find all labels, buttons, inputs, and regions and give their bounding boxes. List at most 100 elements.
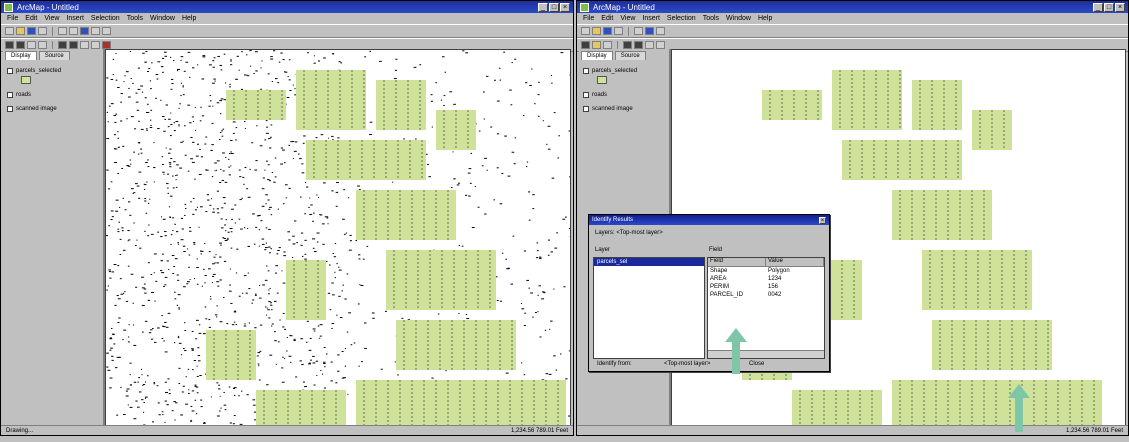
menu-file[interactable]: File [583, 15, 594, 22]
print-icon[interactable] [614, 27, 623, 35]
undo-icon[interactable] [91, 27, 100, 35]
tab-source[interactable]: Source [614, 51, 646, 60]
zoom-out-icon[interactable] [592, 41, 601, 49]
tab-source[interactable]: Source [38, 51, 70, 60]
scan-speck [336, 182, 339, 184]
layers-selector[interactable]: Layers: <Top-most layer> [595, 230, 663, 236]
scan-speck [191, 331, 194, 333]
menu-window[interactable]: Window [150, 15, 175, 22]
scan-speck [470, 152, 473, 154]
layer-checkbox[interactable] [583, 106, 589, 112]
scan-speck [178, 124, 180, 126]
open-icon[interactable] [592, 27, 601, 35]
menu-view[interactable]: View [44, 15, 59, 22]
select-icon[interactable] [58, 41, 67, 49]
open-icon[interactable] [16, 27, 25, 35]
layer-scanned-image[interactable]: scanned image [583, 106, 669, 112]
paste-icon[interactable] [656, 27, 665, 35]
maximize-button[interactable]: □ [549, 2, 559, 12]
menu-tools[interactable]: Tools [703, 15, 719, 22]
scan-speck [127, 165, 131, 167]
map-canvas[interactable] [106, 50, 571, 426]
scan-speck [140, 148, 143, 150]
scan-speck [290, 141, 293, 143]
menu-selection[interactable]: Selection [667, 15, 696, 22]
layer-checkbox[interactable] [583, 68, 589, 74]
zoom-out-icon[interactable] [16, 41, 25, 49]
identify-icon[interactable] [634, 41, 643, 49]
select-icon[interactable] [623, 41, 632, 49]
identify-icon[interactable] [69, 41, 78, 49]
scan-speck [494, 79, 496, 81]
find-icon[interactable] [645, 41, 654, 49]
cell: Polygon [768, 268, 790, 274]
menu-help[interactable]: Help [182, 15, 196, 22]
measure-icon[interactable] [91, 41, 100, 49]
menu-help[interactable]: Help [758, 15, 772, 22]
list-item[interactable]: parcels_sel [594, 258, 704, 266]
menu-file[interactable]: File [7, 15, 18, 22]
copy-icon[interactable] [69, 27, 78, 35]
layer-roads[interactable]: roads [583, 92, 669, 98]
feature-list[interactable]: parcels_sel [593, 257, 705, 359]
hyperlink-icon[interactable] [102, 41, 111, 49]
close-button[interactable]: Close [749, 361, 764, 367]
pan-icon[interactable] [603, 41, 612, 49]
new-icon[interactable] [581, 27, 590, 35]
layer-parcels[interactable]: parcels_selected [7, 68, 103, 74]
menu-selection[interactable]: Selection [91, 15, 120, 22]
cell: 1234 [768, 276, 782, 282]
layer-parcels[interactable]: parcels_selected [583, 68, 669, 74]
column-header-value[interactable]: Value [766, 258, 824, 266]
close-button[interactable]: × [1115, 2, 1125, 12]
menu-view[interactable]: View [620, 15, 635, 22]
full-extent-icon[interactable] [38, 41, 47, 49]
save-icon[interactable] [603, 27, 612, 35]
layer-checkbox[interactable] [7, 68, 13, 74]
zoom-in-icon[interactable] [5, 41, 14, 49]
tab-display[interactable]: Display [581, 51, 613, 60]
scan-speck [192, 369, 194, 371]
tab-display[interactable]: Display [5, 51, 37, 60]
dialog-titlebar[interactable]: Identify Results × [589, 215, 829, 225]
copy-icon[interactable] [645, 27, 654, 35]
print-icon[interactable] [38, 27, 47, 35]
dialog-close-icon[interactable]: × [819, 216, 826, 224]
new-icon[interactable] [5, 27, 14, 35]
add-data-icon[interactable] [102, 27, 111, 35]
left-map-view[interactable] [105, 49, 571, 426]
scan-speck [167, 126, 170, 128]
scan-speck [123, 329, 127, 331]
measure-icon[interactable] [656, 41, 665, 49]
identify-from-dropdown[interactable]: <Top-most layer> [664, 361, 710, 367]
menu-insert[interactable]: Insert [642, 15, 660, 22]
column-header-field[interactable]: Field [708, 258, 766, 266]
save-icon[interactable] [27, 27, 36, 35]
minimize-button[interactable]: _ [1093, 2, 1103, 12]
minimize-button[interactable]: _ [538, 2, 548, 12]
menu-tools[interactable]: Tools [127, 15, 143, 22]
cut-icon[interactable] [634, 27, 643, 35]
left-titlebar[interactable]: ArcMap - Untitled _ □ × [1, 1, 573, 13]
right-titlebar[interactable]: ArcMap - Untitled _ □ × [577, 1, 1128, 13]
scan-speck [173, 401, 176, 403]
menu-window[interactable]: Window [726, 15, 751, 22]
paste-icon[interactable] [80, 27, 89, 35]
zoom-in-icon[interactable] [581, 41, 590, 49]
maximize-button[interactable]: □ [1104, 2, 1114, 12]
layer-scanned-image[interactable]: scanned image [7, 106, 103, 112]
close-button[interactable]: × [560, 2, 570, 12]
layer-roads[interactable]: roads [7, 92, 103, 98]
menu-edit[interactable]: Edit [601, 15, 613, 22]
scan-speck [182, 245, 186, 247]
layer-checkbox[interactable] [583, 92, 589, 98]
find-icon[interactable] [80, 41, 89, 49]
menu-edit[interactable]: Edit [25, 15, 37, 22]
cut-icon[interactable] [58, 27, 67, 35]
pan-icon[interactable] [27, 41, 36, 49]
layer-checkbox[interactable] [7, 106, 13, 112]
scan-speck [264, 279, 268, 281]
layer-checkbox[interactable] [7, 92, 13, 98]
scan-speck [110, 78, 114, 80]
menu-insert[interactable]: Insert [66, 15, 84, 22]
